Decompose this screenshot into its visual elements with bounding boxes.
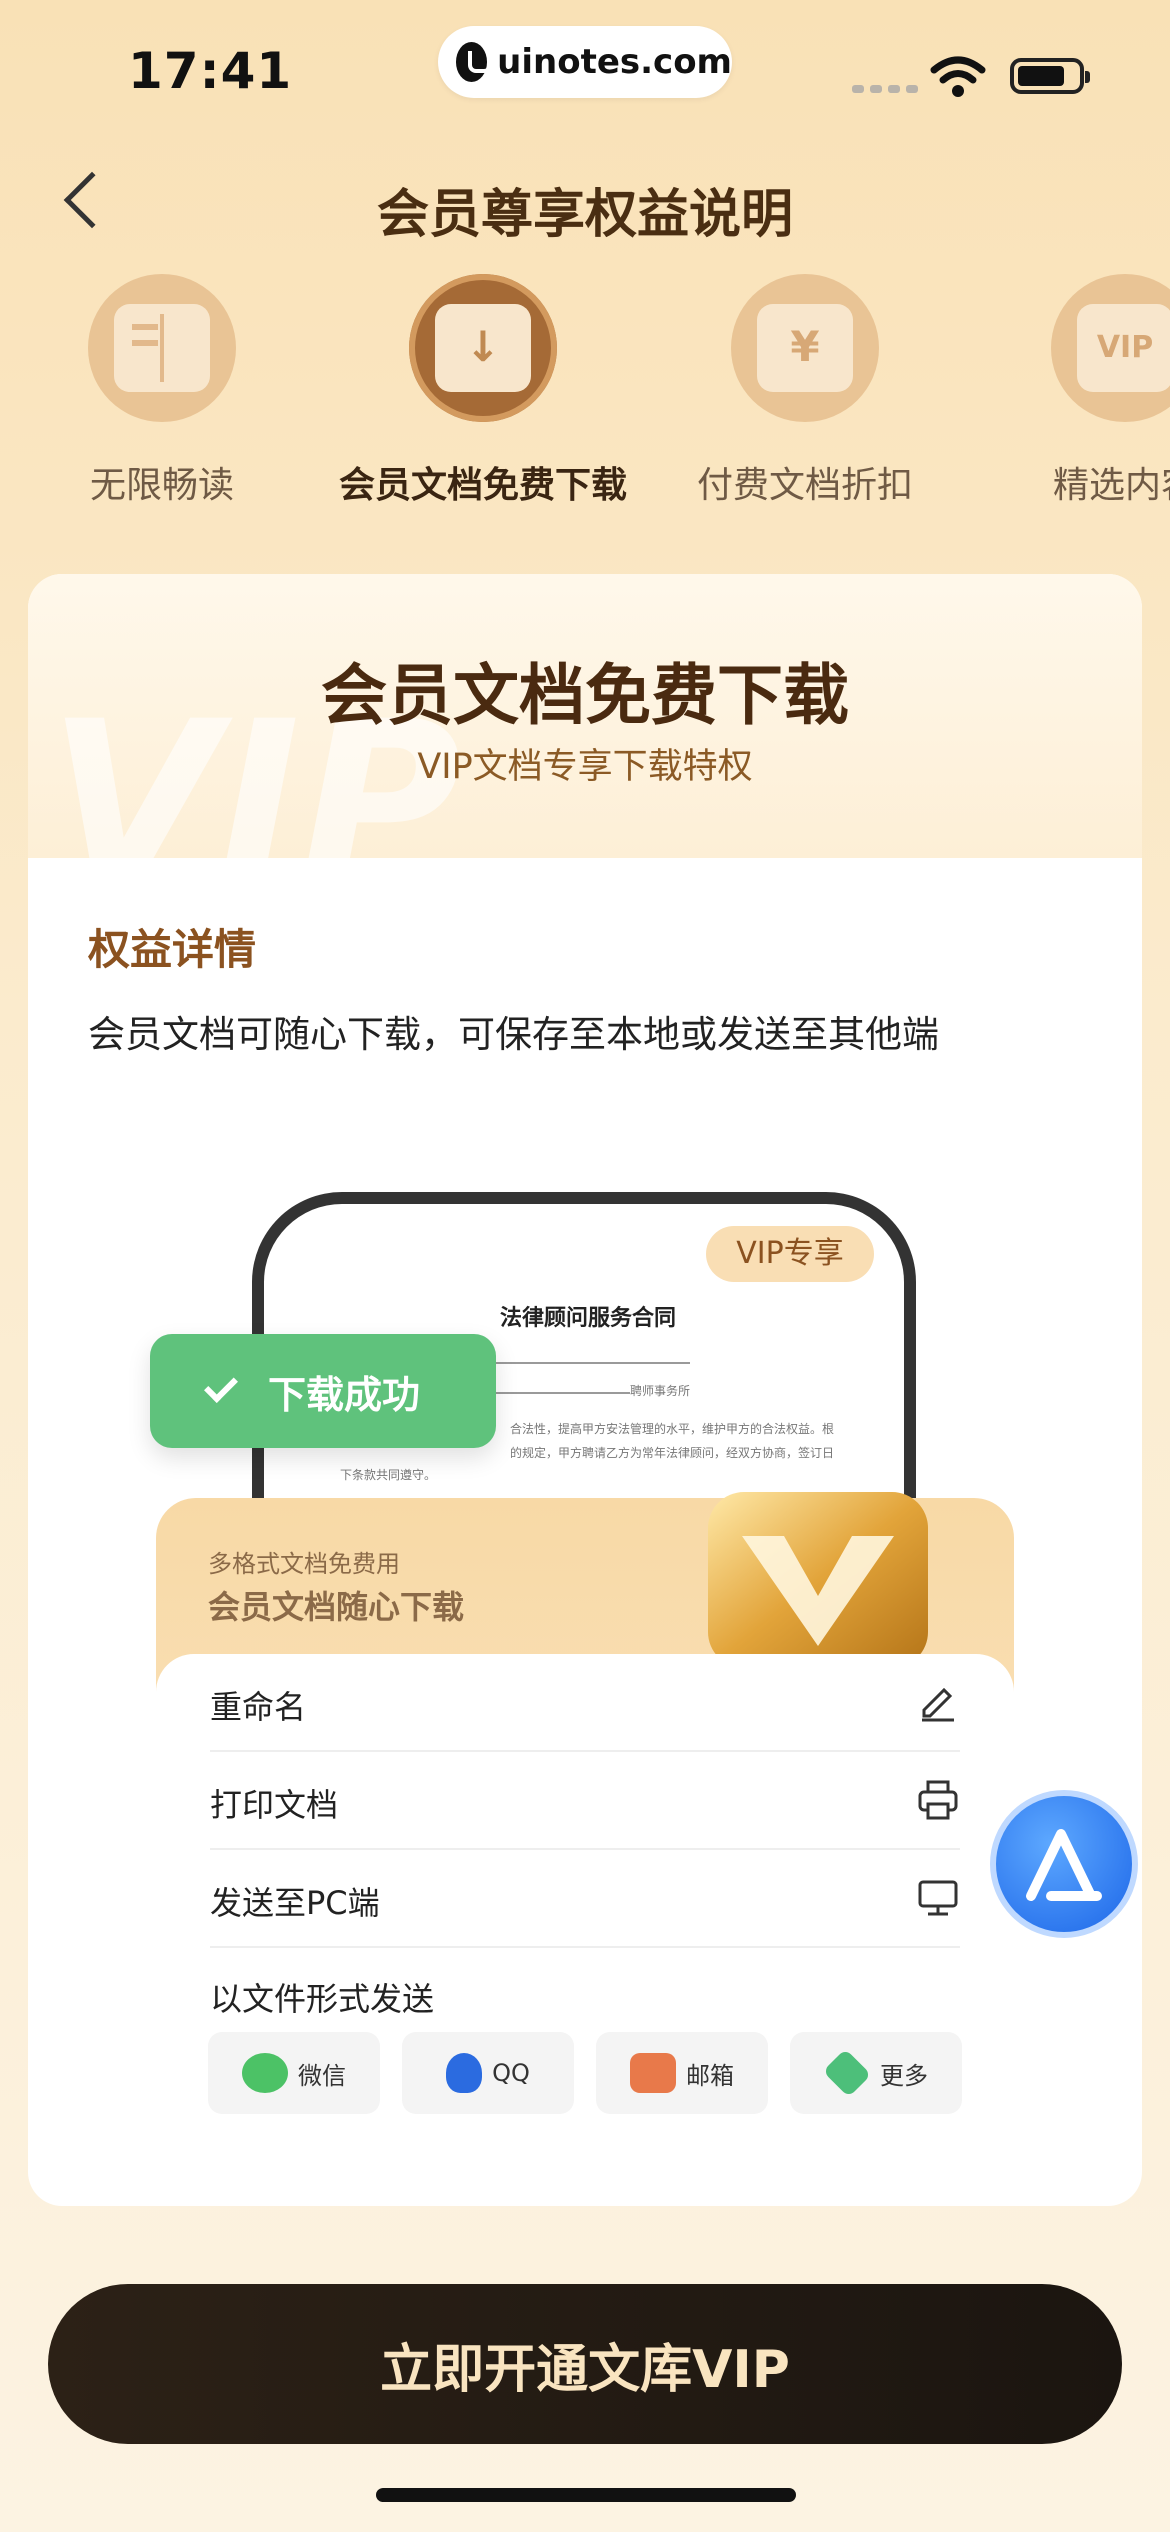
monitor-icon — [918, 1880, 958, 1916]
cellular-signal-icon — [852, 85, 918, 93]
menu-label: 重命名 — [210, 1688, 307, 1726]
open-vip-button[interactable]: 立即开通文库VIP — [48, 2284, 1122, 2444]
tab-label: 付费文档折扣 — [696, 465, 913, 506]
download-document-icon: ↓ — [435, 304, 531, 392]
share-mail-button[interactable]: 邮箱 — [596, 2032, 768, 2114]
vip-badge: VIP专享 — [706, 1226, 874, 1282]
tab-label: 无限畅读 — [89, 465, 234, 506]
tab-selected-content[interactable]: VIP 精选内容 — [975, 274, 1170, 508]
doc-text-line: 的规定，甲方聘请乙方为常年法律顾问，经双方协商，签订日 — [510, 1446, 835, 1460]
home-indicator — [376, 2488, 796, 2502]
url-pill: uinotes.com — [438, 26, 732, 98]
share-wechat-button[interactable]: 微信 — [208, 2032, 380, 2114]
edit-icon — [922, 1687, 954, 1722]
detail-text: 会员文档可随心下载，可保存至本地或发送至其他端 — [88, 1013, 939, 1056]
download-success-toast: 下载成功 — [150, 1334, 496, 1448]
doc-text-line: 下条款共同遵守。 — [340, 1468, 437, 1482]
share-label: 以文件形式发送 — [210, 1980, 435, 2018]
site-logo-icon — [456, 42, 493, 82]
vip-card-icon: VIP — [1077, 304, 1170, 392]
qq-icon — [446, 2053, 483, 2093]
document-title: 法律顾问服务合同 — [500, 1305, 677, 1331]
battery-icon — [1010, 58, 1090, 94]
assistant-float-button[interactable] — [990, 1790, 1138, 1938]
tab-member-doc-download[interactable]: ↓ 会员文档免费下载 — [333, 274, 633, 508]
page-title: 会员尊享权益说明 — [376, 185, 793, 245]
detail-title: 权益详情 — [88, 925, 257, 974]
menu-label: 打印文档 — [210, 1786, 339, 1824]
panel-heading: 会员文档随心下载 — [208, 1588, 465, 1626]
doc-text-line: 合法性，提高甲方安法管理的水平，维护甲方的合法权益。根 — [510, 1422, 835, 1436]
tab-label: 会员文档免费下载 — [338, 465, 627, 506]
doc-text-line: 聘师事务所 — [630, 1384, 691, 1398]
tab-label: 精选内容 — [1052, 465, 1170, 506]
tab-paid-doc-discount[interactable]: ¥ 付费文档折扣 — [655, 274, 955, 508]
tab-unlimited-reading[interactable]: 无限畅读 — [12, 274, 312, 508]
success-text: 下载成功 — [268, 1372, 421, 1417]
layers-icon — [822, 2048, 872, 2098]
panel-caption: 多格式文档免费用 — [208, 1550, 400, 1578]
send-to-pc-row[interactable]: 发送至PC端 — [210, 1850, 960, 1948]
wechat-icon — [242, 2053, 288, 2093]
mail-icon — [630, 2053, 676, 2093]
book-icon — [114, 304, 210, 392]
card-header: VIP 会员文档免费下载 VIP文档专享下载特权 — [28, 574, 1142, 930]
status-time: 17:41 — [128, 42, 293, 100]
share-qq-button[interactable]: QQ — [402, 2032, 574, 2114]
printer-icon — [918, 1780, 958, 1820]
yen-document-icon: ¥ — [757, 304, 853, 392]
share-more-button[interactable]: 更多 — [790, 2032, 962, 2114]
print-row[interactable]: 打印文档 — [210, 1752, 960, 1850]
url-text: uinotes.com — [497, 42, 732, 82]
wifi-icon — [930, 56, 986, 97]
assistant-a-icon — [1026, 1829, 1102, 1901]
card-subtitle: VIP文档专享下载特权 — [417, 747, 753, 787]
check-icon — [204, 1369, 238, 1403]
rename-row[interactable]: 重命名 — [210, 1654, 960, 1752]
menu-label: 发送至PC端 — [210, 1884, 380, 1922]
card-title: 会员文档免费下载 — [321, 657, 849, 734]
vip-v-emblem-icon — [708, 1492, 928, 1668]
